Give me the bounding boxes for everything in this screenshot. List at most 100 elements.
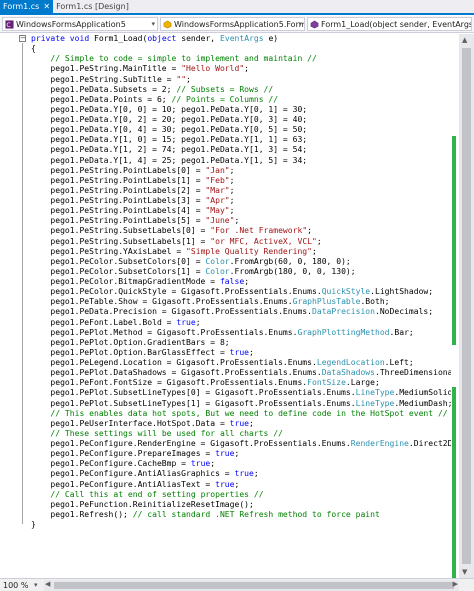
scrollbar-thumb[interactable] [462,48,471,564]
code-token: LineType [355,388,395,398]
code-token: true [190,459,211,469]
code-token: pego1.PeString.SubsetLabels[1] = [31,236,211,246]
code-editor[interactable]: − private void Form1_Load(object sender,… [0,34,474,580]
code-line[interactable]: pego1.PeConfigure.AntiAliasGraphics = tr… [31,469,451,479]
horizontal-scrollbar[interactable]: ◀ ▶ [44,579,459,591]
code-line[interactable]: pego1.PePlot.SubsetLineTypes[1] = Gigaso… [31,399,451,409]
code-token: pego1.PeString.PointLabels[4] = [31,206,206,216]
code-line[interactable]: private void Form1_Load(object sender, E… [31,34,451,44]
code-line[interactable]: pego1.PeFont.FontSize = Gigasoft.ProEsse… [31,378,451,388]
code-line[interactable]: pego1.PeData.Y[0, 0] = 10; pego1.PeData.… [31,105,451,115]
code-token: ; [249,418,254,428]
code-token: pego1.PeString.PointLabels[0] = [31,165,206,175]
code-line[interactable]: // Call this at end of setting propertie… [31,490,451,500]
code-token: "June" [205,216,235,226]
code-token: pego1.PeString.MainTitle = [31,64,182,74]
code-line[interactable]: pego1.PeString.PointLabels[3] = "Apr"; [31,196,451,206]
code-line[interactable]: pego1.PeData.Subsets = 2; // Subsets = R… [31,85,451,95]
member-dropdown[interactable]: Form1_Load(object sender, EventArgs e) [307,17,472,31]
code-token: pego1.PeConfigure.RenderEngine = Gigasof… [31,439,351,448]
code-line[interactable]: pego1.PePlot.Option.GradientBars = 8; [31,338,451,348]
code-line[interactable]: pego1.PePlot.SubsetLineTypes[0] = Gigaso… [31,388,451,398]
code-token: ; [244,64,250,74]
code-line[interactable]: pego1.PeData.Y[1, 4] = 25; pego1.PeData.… [31,156,451,166]
code-line[interactable]: pego1.PePlot.DataShadows = Gigasoft.ProE… [31,368,451,378]
tab-label: Form1.cs [3,2,40,11]
csharp-project-icon: C [5,19,14,29]
code-line[interactable]: pego1.PeString.SubsetLabels[1] = "or MFC… [31,237,451,247]
scroll-down-icon[interactable]: ▼ [462,568,467,576]
tab-form1-design[interactable]: Form1.cs [Design] [53,0,132,13]
code-line[interactable]: pego1.PeConfigure.PrepareImages = true; [31,449,451,459]
chevron-down-icon[interactable]: ▾ [34,581,44,589]
code-token: pego1.PeString.SubsetLabels[0] = [31,226,211,236]
code-line[interactable]: pego1.PeString.SubsetLabels[0] = "For .N… [31,226,451,236]
code-line[interactable]: pego1.PeTable.Show = Gigasoft.ProEssenti… [31,297,451,307]
project-dropdown[interactable]: C WindowsFormsApplication5 ▾ [2,17,158,31]
code-line[interactable]: } [31,520,451,530]
code-line[interactable]: pego1.PeString.SubTitle = ""; [31,75,451,85]
code-token: pego1.PeColor.QuickStyle = Gigasoft.ProE… [31,287,322,297]
code-token: ; [234,449,240,459]
scroll-up-icon[interactable]: ▲ [462,36,467,44]
code-line[interactable]: { [31,44,451,54]
code-line[interactable]: pego1.PeColor.QuickStyle = Gigasoft.ProE… [31,287,451,297]
code-line[interactable]: pego1.PePlot.Method = Gigasoft.ProEssent… [31,328,451,338]
collapse-icon[interactable]: − [19,35,26,42]
code-token: pego1.PeConfigure.AntiAliasText = [31,479,216,489]
code-token: pego1.PePlot.Option.BarGlassEffect = [31,347,230,357]
code-token: true [229,418,250,428]
code-line[interactable]: pego1.PePlot.Option.BarGlassEffect = tru… [31,348,451,358]
code-token: true [234,469,254,479]
code-line[interactable]: pego1.Refresh(); // call standard .NET R… [31,510,451,520]
class-dropdown[interactable]: WindowsFormsApplication5.Form1 ▾ [160,17,305,31]
code-line[interactable]: pego1.PeConfigure.CacheBmp = true; [31,459,451,469]
scroll-right-icon[interactable]: ▶ [453,580,458,588]
code-line[interactable]: pego1.PeString.PointLabels[1] = "Feb"; [31,176,451,186]
code-line[interactable]: pego1.PeData.Y[1, 0] = 15; pego1.PeData.… [31,135,451,145]
code-token: pego1.PeConfigure.CacheBmp = [31,459,191,469]
code-line[interactable]: pego1.PeLegend.Location = Gigasoft.ProEs… [31,358,451,368]
code-token: sender, [176,34,220,43]
code-line[interactable]: // These settings will be used for all c… [31,429,451,439]
code-line[interactable]: pego1.PeString.YAxisLabel = "Simple Qual… [31,247,451,257]
code-line[interactable]: pego1.PeString.PointLabels[2] = "Mar"; [31,186,451,196]
code-line[interactable]: pego1.PeString.PointLabels[5] = "June"; [31,216,451,226]
code-line[interactable]: pego1.PeString.PointLabels[0] = "Jan"; [31,166,451,176]
class-name: WindowsFormsApplication5.Form1 [174,19,305,29]
code-token: // call standard .NET Refresh method to … [132,509,380,519]
code-line[interactable]: pego1.PeColor.SubsetColors[0] = Color.Fr… [31,257,451,267]
code-token: "Apr" [205,196,230,205]
code-line[interactable]: // This enables data hot spots, But we n… [31,409,451,419]
code-line[interactable]: pego1.PeString.PointLabels[4] = "May"; [31,206,451,216]
code-token: ; [229,175,235,185]
code-line[interactable]: pego1.PeString.MainTitle = "Hello World"… [31,64,451,74]
code-line[interactable]: // Simple to code = simple to implement … [31,54,451,64]
close-icon[interactable]: ✕ [43,0,50,13]
code-token: // Call this at end of setting propertie… [50,489,264,499]
code-line[interactable]: pego1.PeColor.SubsetColors[1] = Color.Fr… [31,267,451,277]
code-token: LegendLocation [316,358,385,367]
code-line[interactable]: pego1.PeData.Points = 6; // Points = Col… [31,95,451,105]
method-icon [310,20,319,28]
code-line[interactable]: pego1.PeData.Y[0, 4] = 30; pego1.PeData.… [31,125,451,135]
scroll-left-icon[interactable]: ◀ [45,580,50,588]
code-text[interactable]: private void Form1_Load(object sender, E… [31,34,451,530]
vertical-scrollbar[interactable]: ▲ ▼ [459,34,474,578]
code-token: pego1.PeString.PointLabels[3] = [31,196,206,205]
code-line[interactable]: pego1.PeFunction.ReinitializeResetImage(… [31,500,451,510]
code-token: ; [253,469,259,479]
code-line[interactable]: pego1.PeData.Y[0, 2] = 20; pego1.PeData.… [31,115,451,125]
code-line[interactable]: pego1.PeFont.Label.Bold = true; [31,318,451,328]
code-line[interactable]: pego1.PeData.Precision = Gigasoft.ProEss… [31,307,451,317]
scrollbar-thumb[interactable] [54,581,454,589]
code-line[interactable]: pego1.PeData.Y[1, 2] = 74; pego1.PeData.… [31,145,451,155]
code-line[interactable]: pego1.PeUserInterface.HotSpot.Data = tru… [31,419,451,429]
editor-gutter: − [0,34,28,578]
tab-form1-cs[interactable]: Form1.cs ✕ [0,0,54,13]
code-line[interactable]: pego1.PeConfigure.AntiAliasText = true; [31,480,451,490]
code-token: pego1.PePlot.DataShadows = Gigasoft.ProE… [31,368,322,378]
code-line[interactable]: pego1.PeColor.BitmapGradientMode = false… [31,277,451,287]
zoom-level[interactable]: 100 % [0,581,34,590]
code-line[interactable]: pego1.PeConfigure.RenderEngine = Gigasof… [31,439,451,449]
